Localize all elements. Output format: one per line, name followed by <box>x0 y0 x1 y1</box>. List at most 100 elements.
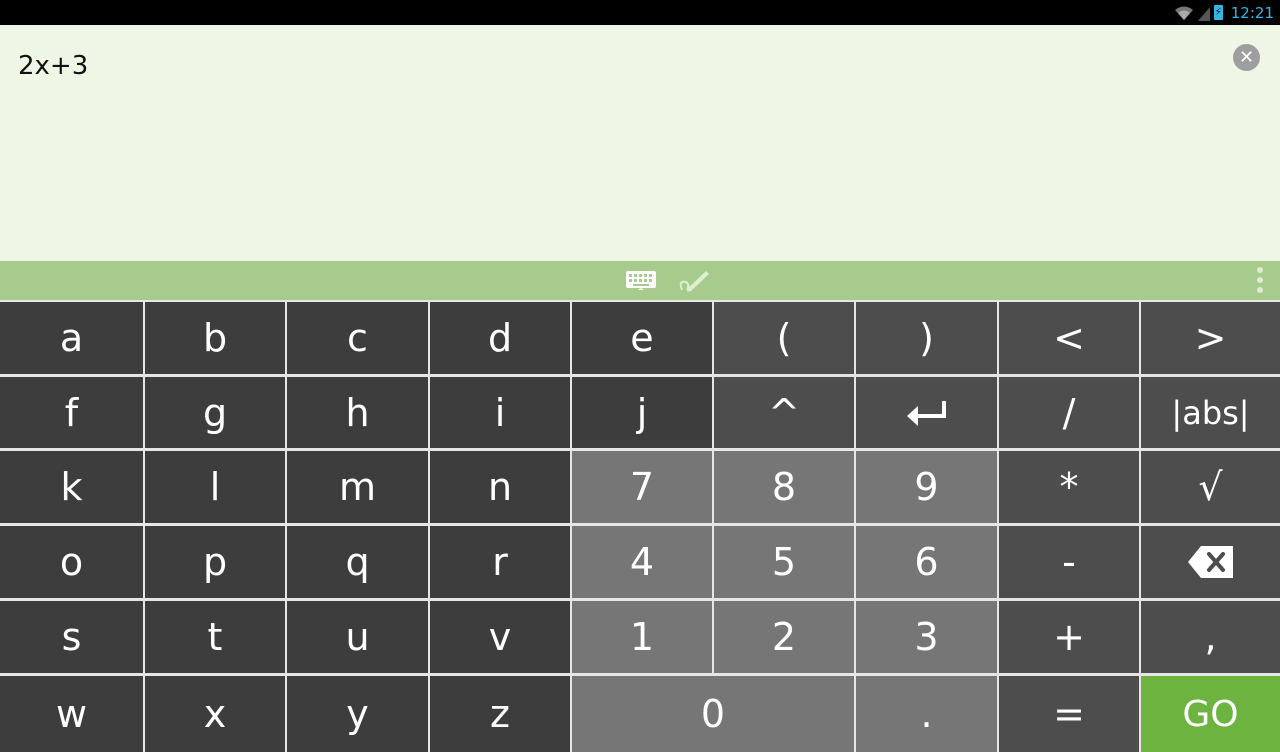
key-label: j <box>636 390 648 435</box>
key-w[interactable]: w <box>0 676 143 752</box>
battery-icon: ⚡ <box>1213 5 1223 20</box>
key-label: 8 <box>771 465 797 509</box>
key-i[interactable]: i <box>430 377 570 448</box>
key-p[interactable]: p <box>145 526 285 598</box>
key-minus[interactable]: - <box>999 526 1139 598</box>
key-label: 6 <box>914 540 939 584</box>
key-label: u <box>345 615 370 659</box>
key-label: 9 <box>914 465 939 509</box>
key-label: b <box>202 316 228 360</box>
key-label: GO <box>1182 693 1239 735</box>
key-a[interactable]: a <box>0 302 143 374</box>
key-j[interactable]: j <box>572 377 712 448</box>
key-r[interactable]: r <box>430 526 570 598</box>
key-8[interactable]: 8 <box>714 451 854 523</box>
key-label: 3 <box>914 615 939 659</box>
key-label: o <box>59 540 84 584</box>
math-keyboard: a b c d e () < > f g h i j ^ / |abs| k l m n 7 8 9 * √ o p q r 4 5 6 - s t… <box>0 300 1280 752</box>
expression-input-area[interactable]: 2x+3 ✕ <box>0 25 1280 261</box>
key-label: q <box>345 540 370 584</box>
key-label: f <box>64 390 79 435</box>
key-c[interactable]: c <box>287 302 428 374</box>
key-2[interactable]: 2 <box>714 601 854 673</box>
key-9[interactable]: 9 <box>856 451 997 523</box>
key-label: - <box>1062 540 1076 584</box>
key-label: g <box>202 390 228 435</box>
key-label: . <box>920 692 933 736</box>
expression-field[interactable]: 2x+3 <box>18 51 88 81</box>
key-y[interactable]: y <box>287 676 428 752</box>
key-enter[interactable] <box>856 377 997 448</box>
key-4[interactable]: 4 <box>572 526 712 598</box>
status-bar: ⚡ 12:21 <box>0 0 1280 25</box>
wifi-icon <box>1174 6 1193 20</box>
key-open-paren[interactable]: ( <box>714 302 854 374</box>
key-label: ) <box>919 316 934 360</box>
key-label: ( <box>776 316 792 360</box>
status-clock: 12:21 <box>1230 3 1274 22</box>
key-label: √ <box>1198 465 1223 509</box>
key-caret[interactable]: ^ <box>714 377 854 448</box>
key-u[interactable]: u <box>287 601 428 673</box>
key-label: 2 <box>771 615 797 659</box>
key-1[interactable]: 1 <box>572 601 712 673</box>
key-less-than[interactable]: < <box>999 302 1139 374</box>
key-e[interactable]: e <box>572 302 712 374</box>
key-label: y <box>346 692 369 736</box>
key-d[interactable]: d <box>430 302 570 374</box>
key-v[interactable]: v <box>430 601 570 673</box>
key-label: t <box>207 615 223 659</box>
key-k[interactable]: k <box>0 451 143 523</box>
key-dot[interactable]: . <box>856 676 997 752</box>
key-label: n <box>487 465 513 509</box>
backspace-icon <box>1187 546 1233 578</box>
more-vertical-icon[interactable] <box>1256 267 1264 295</box>
key-l[interactable]: l <box>145 451 285 523</box>
key-greater-than[interactable]: > <box>1141 302 1280 374</box>
pen-icon[interactable] <box>678 268 712 294</box>
key-close-paren[interactable]: ) <box>856 302 997 374</box>
key-t[interactable]: t <box>145 601 285 673</box>
key-q[interactable]: q <box>287 526 428 598</box>
key-s[interactable]: s <box>0 601 143 673</box>
key-backspace[interactable] <box>1141 526 1280 598</box>
key-label: w <box>55 692 88 736</box>
key-label: a <box>59 316 84 360</box>
status-icons: ⚡ 12:21 <box>1174 0 1274 25</box>
key-label: p <box>202 540 228 584</box>
key-plus[interactable]: + <box>999 601 1139 673</box>
key-equals[interactable]: = <box>999 676 1139 752</box>
key-sqrt[interactable]: √ <box>1141 451 1280 523</box>
key-5[interactable]: 5 <box>714 526 854 598</box>
key-divide[interactable]: / <box>999 377 1139 448</box>
key-label: < <box>1053 316 1085 360</box>
key-g[interactable]: g <box>145 377 285 448</box>
key-go[interactable]: GO <box>1141 676 1280 752</box>
key-h[interactable]: h <box>287 377 428 448</box>
key-3[interactable]: 3 <box>856 601 997 673</box>
key-label: 5 <box>771 540 797 584</box>
key-6[interactable]: 6 <box>856 526 997 598</box>
key-b[interactable]: b <box>145 302 285 374</box>
key-0[interactable]: 0 <box>572 676 854 752</box>
key-label: h <box>345 390 370 435</box>
key-m[interactable]: m <box>287 451 428 523</box>
key-multiply[interactable]: * <box>999 451 1139 523</box>
key-label: i <box>494 390 506 435</box>
clear-button[interactable]: ✕ <box>1233 44 1260 71</box>
key-label: |abs| <box>1171 393 1250 432</box>
key-f[interactable]: f <box>0 377 143 448</box>
key-label: m <box>338 465 377 509</box>
key-label: r <box>492 540 508 584</box>
key-label: z <box>490 692 510 736</box>
key-label: s <box>61 615 82 659</box>
key-comma[interactable]: , <box>1141 601 1280 673</box>
key-label: / <box>1062 390 1076 435</box>
key-x[interactable]: x <box>145 676 285 752</box>
key-n[interactable]: n <box>430 451 570 523</box>
key-abs[interactable]: |abs| <box>1141 377 1280 448</box>
key-o[interactable]: o <box>0 526 143 598</box>
keyboard-icon[interactable] <box>625 270 657 292</box>
key-z[interactable]: z <box>430 676 570 752</box>
key-7[interactable]: 7 <box>572 451 712 523</box>
